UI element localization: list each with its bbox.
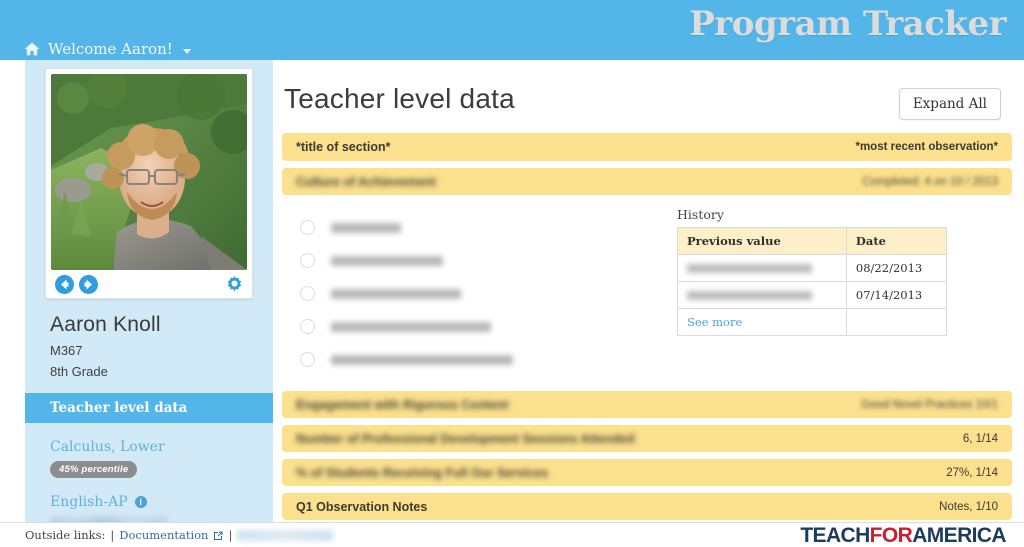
metric-row-students-full-services[interactable]: % of Students Receiving Full Our Service…: [282, 459, 1012, 486]
course-name: Calculus, Lower: [50, 439, 165, 455]
radio-icon[interactable]: [300, 253, 315, 268]
radio-icon[interactable]: [300, 220, 315, 235]
course-link-english-ap[interactable]: English-AP i: [50, 494, 273, 510]
expand-all-button[interactable]: Expand All: [898, 88, 1001, 120]
person-name: Aaron Knoll: [50, 313, 161, 336]
cell-empty: [845, 308, 948, 336]
see-more-link[interactable]: See more: [677, 308, 847, 336]
status-badge: 45% percentile: [50, 461, 138, 478]
footer: Outside links: | Documentation | TEACHFO…: [0, 522, 1024, 547]
metric-label-redacted: Number of Professional Development Sessi…: [296, 431, 635, 446]
table-row: 07/14/2013: [677, 281, 948, 309]
table-row: 08/22/2013: [677, 254, 948, 282]
external-link-icon[interactable]: [213, 530, 223, 540]
history-title: History: [677, 207, 724, 222]
separator: |: [110, 528, 115, 542]
radio-option[interactable]: [300, 244, 677, 277]
welcome-menu[interactable]: Welcome Aaron!: [24, 40, 191, 58]
metric-row-q1-observation-notes[interactable]: Q1 Observation Notes Notes, 1/10: [282, 493, 1012, 520]
sidebar-item-label: Teacher level data: [50, 400, 188, 416]
history-table: Previous value Date 08/22/2013 07/14/201…: [677, 227, 948, 336]
arrow-left-circle-icon[interactable]: [54, 274, 75, 295]
logo-part-for: FOR: [869, 524, 913, 547]
section-header-right: *most recent observation*: [855, 141, 998, 153]
metric-value: 27%, 1/14: [946, 466, 998, 479]
logo-part-teach: TEACH: [800, 524, 870, 547]
sidebar: Aaron Knoll M367 8th Grade Teacher level…: [25, 60, 273, 530]
documentation-link[interactable]: Documentation: [119, 528, 208, 542]
metric-value: 6, 1/14: [962, 432, 998, 445]
cell-previous-value: [677, 281, 847, 309]
program-tracker-page: Program Tracker Welcome Aaron! Aaron Kno…: [0, 0, 1024, 547]
cell-date: 07/14/2013: [845, 281, 948, 309]
course-link-calculus[interactable]: Calculus, Lower: [50, 439, 273, 455]
column-header-previous-value: Previous value: [677, 227, 847, 255]
radio-icon[interactable]: [300, 319, 315, 334]
teach-for-america-logo: TEACHFORAMERICA: [800, 524, 1006, 547]
radio-label-redacted: [331, 321, 491, 332]
home-icon: [24, 42, 40, 56]
welcome-label: Welcome Aaron!: [48, 40, 173, 58]
sidebar-item-teacher-level-data[interactable]: Teacher level data: [25, 393, 273, 423]
radio-option[interactable]: [300, 343, 677, 376]
metric-value-redacted: Completed: 4 on 10 / 2013: [862, 175, 998, 188]
main-content: Teacher level data Expand All *title of …: [282, 60, 1012, 520]
table-header-row: Previous value Date: [677, 227, 948, 255]
app-title: Program Tracker: [689, 4, 1006, 44]
profile-photo-card: [45, 68, 253, 299]
photo-toolbar: [51, 270, 247, 298]
radio-option[interactable]: [300, 310, 677, 343]
radio-label-redacted: [331, 288, 461, 299]
radio-option[interactable]: [300, 211, 677, 244]
redacted-value: [687, 290, 812, 300]
separator: |: [228, 528, 233, 542]
section-header-left: *title of section*: [296, 140, 391, 154]
course-name: English-AP: [50, 494, 128, 510]
metric-label: Q1 Observation Notes: [296, 499, 428, 514]
outside-links-label: Outside links:: [25, 528, 106, 542]
cell-date: 08/22/2013: [845, 254, 948, 282]
redacted-value: [687, 263, 812, 273]
avatar: [51, 74, 247, 270]
metric-label-redacted: % of Students Receiving Full Our Service…: [296, 465, 549, 480]
expanded-panel: History Previous value Date 08/22/2013 0…: [282, 195, 1012, 384]
cell-previous-value: [677, 254, 847, 282]
metric-row-culture-of-achievement[interactable]: Culture of Achievement Completed: 4 on 1…: [282, 168, 1012, 195]
chevron-down-icon: [182, 48, 191, 54]
radio-option-list: [282, 205, 677, 376]
radio-label-redacted: [331, 255, 443, 266]
grade-level: 8th Grade: [50, 364, 108, 379]
metric-label-redacted: Culture of Achievement: [296, 174, 436, 189]
metric-value: Notes, 1/10: [939, 500, 998, 513]
gear-icon[interactable]: [225, 275, 244, 294]
info-circle-icon[interactable]: i: [134, 496, 147, 508]
history-panel: History Previous value Date 08/22/2013 0…: [677, 205, 957, 376]
radio-icon[interactable]: [300, 286, 315, 301]
list-item[interactable]: Calculus, Lower 45% percentile: [50, 439, 273, 478]
top-banner: Program Tracker Welcome Aaron!: [0, 0, 1024, 60]
column-header-date: Date: [845, 227, 948, 255]
arrow-right-circle-icon[interactable]: [78, 274, 99, 295]
radio-label-redacted: [331, 354, 513, 365]
radio-option[interactable]: [300, 277, 677, 310]
redacted-link[interactable]: [237, 529, 334, 541]
radio-icon[interactable]: [300, 352, 315, 367]
metric-row-pd-sessions[interactable]: Number of Professional Development Sessi…: [282, 425, 1012, 452]
logo-part-america: AMERICA: [912, 524, 1006, 547]
table-row: See more: [677, 308, 948, 336]
radio-label-redacted: [331, 222, 401, 233]
metric-value-redacted: Good Novel Practices 10/1: [861, 398, 998, 411]
metric-label-redacted: Engagement with Rigorous Content: [296, 397, 509, 412]
outside-links: Outside links: | Documentation |: [25, 528, 334, 542]
section-header-row[interactable]: *title of section* *most recent observat…: [282, 133, 1012, 161]
metric-row-engagement[interactable]: Engagement with Rigorous Content Good No…: [282, 391, 1012, 418]
school-code: M367: [50, 343, 83, 358]
